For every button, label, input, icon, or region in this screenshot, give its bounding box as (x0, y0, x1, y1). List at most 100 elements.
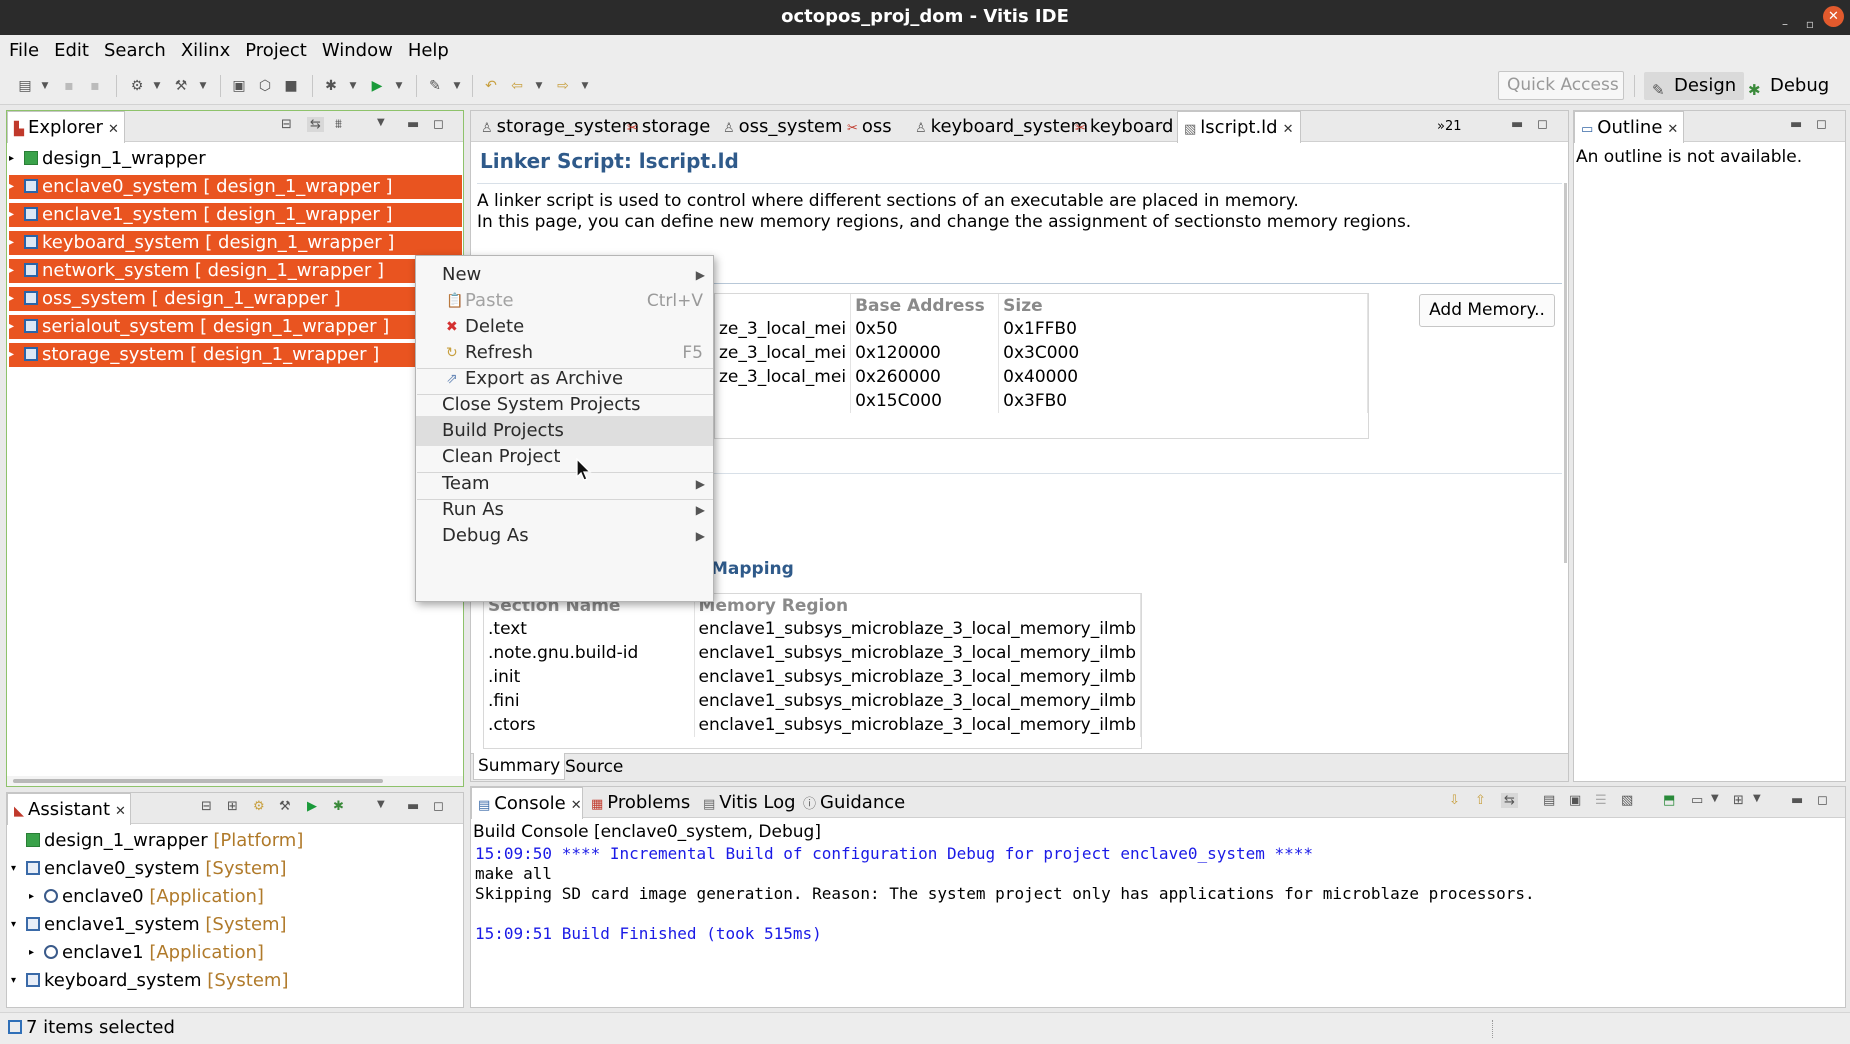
minimize-icon[interactable]: ▬ (1511, 117, 1523, 132)
close-window-button[interactable]: ✕ (1823, 6, 1844, 27)
editor-tab[interactable]: ♙ storage_system (475, 111, 645, 142)
expand-arrow-icon[interactable]: ▸ (9, 315, 21, 339)
explorer-item[interactable]: ▸ serialout_system [ design_1_wrapper ] (9, 315, 462, 339)
build-hammer-icon[interactable]: ⚒ (172, 77, 190, 95)
explorer-item[interactable]: ▸ storage_system [ design_1_wrapper ] (9, 343, 462, 367)
expand-arrow-icon[interactable]: ▸ (29, 885, 41, 909)
expand-arrow-icon[interactable]: ▾ (11, 913, 23, 937)
remove-console-icon[interactable]: ▧ (1621, 793, 1633, 808)
scroll-down-icon[interactable]: ⇩ (1449, 793, 1460, 808)
section-mapping-row[interactable]: .ctors enclave1_subsys_microblaze_3_local… (484, 713, 1141, 737)
editor-tab[interactable]: ♙ keyboard_system (909, 111, 1094, 142)
tab-explorer[interactable]: ▙ Explorer ✕ (7, 111, 125, 143)
open-console-icon[interactable]: ⊞ (1733, 793, 1744, 808)
program-device-icon[interactable]: ⬡ (256, 77, 274, 95)
new-icon[interactable]: ▤ (16, 77, 34, 95)
run-dropdown-icon[interactable]: ▼ (390, 77, 408, 95)
base-address-column-header[interactable]: Base Address (850, 294, 1000, 317)
run-icon[interactable]: ▶ (368, 77, 386, 95)
close-icon[interactable]: ✕ (115, 804, 126, 819)
maximize-icon[interactable]: ◻ (433, 117, 444, 132)
filter-icon[interactable]: ⩩ (335, 117, 342, 132)
pin-console-icon[interactable]: ⬒ (1663, 793, 1675, 808)
menu-help[interactable]: Help (403, 35, 455, 67)
display-console-icon[interactable]: ▭ (1691, 793, 1703, 808)
expand-icon[interactable]: ⊞ (227, 799, 238, 814)
tools-icon[interactable]: ✎ (426, 77, 444, 95)
maximize-icon[interactable]: ◻ (1816, 117, 1827, 132)
terminal-icon[interactable]: ▣ (230, 77, 248, 95)
expand-arrow-icon[interactable]: ▸ (9, 147, 21, 171)
expand-arrow-icon[interactable]: ▸ (29, 941, 41, 965)
memory-region-row[interactable]: ze_3_local_mei 0x120000 0x3C000 (715, 341, 1368, 365)
name-column-header[interactable] (715, 294, 852, 317)
expand-arrow-icon[interactable]: ▸ (9, 343, 21, 367)
maximize-icon[interactable]: ◻ (1537, 117, 1548, 132)
editor-tab[interactable]: ▧ lscript.ld ✕ (1177, 111, 1301, 143)
expand-arrow-icon[interactable]: ▾ (11, 857, 23, 881)
back-icon[interactable]: ⇦ (508, 77, 526, 95)
memory-region-column-header[interactable]: Memory Region (694, 594, 1141, 617)
explorer-item[interactable]: ▸ network_system [ design_1_wrapper ] (9, 259, 462, 283)
close-icon[interactable]: ✕ (1283, 122, 1294, 137)
open-console-dropdown-icon[interactable]: ▼ (1753, 793, 1761, 804)
run-icon[interactable]: ▶ (307, 799, 317, 814)
word-wrap-icon[interactable]: ☰ (1595, 793, 1607, 808)
section-mapping-row[interactable]: .fini enclave1_subsys_microblaze_3_local_… (484, 689, 1141, 713)
close-icon[interactable]: ✕ (108, 122, 119, 137)
expand-arrow-icon[interactable]: ▸ (9, 231, 21, 255)
maximize-icon[interactable]: ◻ (1817, 793, 1828, 808)
view-menu-icon[interactable]: ▼ (377, 799, 385, 810)
section-mapping-row[interactable]: .note.gnu.build-id enclave1_subsys_microb… (484, 641, 1141, 665)
forward-dropdown-icon[interactable]: ▼ (576, 77, 594, 95)
minimize-icon[interactable]: ▬ (1791, 793, 1803, 808)
display-dropdown-icon[interactable]: ▼ (1711, 793, 1719, 804)
scroll-up-icon[interactable]: ⇧ (1475, 793, 1486, 808)
editor-overflow-tabs[interactable]: »21 (1431, 111, 1468, 142)
view-menu-icon[interactable]: ▼ (377, 117, 385, 128)
minimize-icon[interactable]: ▬ (407, 117, 419, 132)
assistant-item[interactable]: design_1_wrapper [Platform] (11, 829, 303, 853)
assistant-item[interactable]: ▾ enclave1_system [System] (11, 913, 287, 937)
collapse-all-icon[interactable]: ⊟ (281, 117, 292, 132)
explorer-item[interactable]: ▸ enclave1_system [ design_1_wrapper ] (9, 203, 462, 227)
show-console-icon[interactable]: ▣ (1569, 793, 1581, 808)
vertical-scrollbar[interactable] (1564, 183, 1567, 563)
forward-icon[interactable]: ⇨ (554, 77, 572, 95)
build-icon[interactable]: ⚒ (279, 799, 291, 814)
tab-console[interactable]: ▤ Console ✕ (471, 787, 583, 819)
debug-icon[interactable]: ✱ (333, 799, 344, 814)
target-icon[interactable]: ⚙ (128, 77, 146, 95)
explorer-item[interactable]: ▸ keyboard_system [ design_1_wrapper ] (9, 231, 462, 255)
tab-source[interactable]: Source (561, 754, 627, 780)
explorer-item[interactable]: ▸ oss_system [ design_1_wrapper ] (9, 287, 462, 311)
link-editor-icon[interactable]: ⇆ (307, 117, 324, 132)
assistant-item[interactable]: ▾ keyboard_system [System] (11, 969, 288, 993)
context-menu-item-debug-as[interactable]: Debug As ▶ (416, 521, 713, 551)
menu-window[interactable]: Window (317, 35, 399, 67)
expand-arrow-icon[interactable]: ▸ (9, 287, 21, 311)
console-icon[interactable]: ■ (282, 77, 300, 95)
tab-outline[interactable]: ▭ Outline ✕ (1574, 111, 1684, 143)
section-mapping-row[interactable]: .init enclave1_subsys_microblaze_3_local_… (484, 665, 1141, 689)
expand-arrow-icon[interactable]: ▾ (11, 969, 23, 993)
minimize-icon[interactable]: ▬ (1790, 117, 1802, 132)
tab-problems[interactable]: ▦ Problems (585, 787, 696, 818)
context-menu-item-clean-project[interactable]: Clean Project (416, 442, 713, 472)
editor-tab[interactable]: ✂ oss (841, 111, 898, 142)
editor-tab[interactable]: ✂ storage (621, 111, 716, 142)
expand-arrow-icon[interactable]: ▸ (9, 175, 21, 199)
menu-file[interactable]: File (4, 35, 45, 67)
menu-edit[interactable]: Edit (49, 35, 95, 67)
expand-arrow-icon[interactable]: ▸ (9, 259, 21, 283)
debug-perspective-button[interactable]: ✱ Debug (1740, 72, 1837, 100)
expand-arrow-icon[interactable]: ▸ (9, 203, 21, 227)
tab-vitis-log[interactable]: ▤ Vitis Log (697, 787, 802, 818)
save-all-icon[interactable]: ▪ (86, 77, 104, 95)
tab-assistant[interactable]: ◣ Assistant ✕ (7, 793, 131, 825)
last-edit-icon[interactable]: ↶ (482, 77, 500, 95)
editor-tab[interactable]: ♙ oss_system (717, 111, 849, 142)
tools-dropdown-icon[interactable]: ▼ (448, 77, 466, 95)
add-memory-button[interactable]: Add Memory.. (1419, 294, 1555, 327)
memory-region-row[interactable]: ze_3_local_mei 0x260000 0x40000 (715, 365, 1368, 389)
